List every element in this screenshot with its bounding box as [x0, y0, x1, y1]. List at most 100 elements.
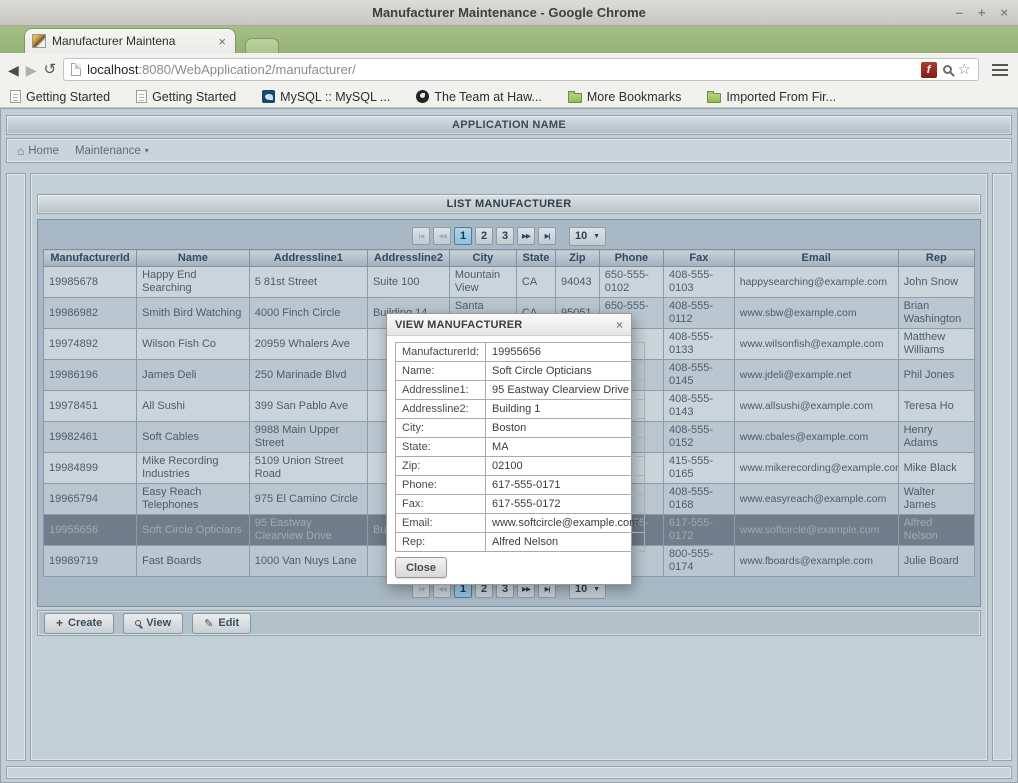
table-cell: Teresa Ho: [898, 391, 974, 422]
table-cell: www.softcircle@example.com: [734, 515, 898, 546]
view-button-label: View: [146, 617, 171, 629]
table-cell: 800-555-0174: [664, 546, 735, 577]
modal-field-value: www.softcircle@example.com: [486, 514, 645, 533]
table-cell: Soft Circle Opticians: [137, 515, 250, 546]
column-header[interactable]: Rep: [898, 250, 974, 267]
modal-field-label: Phone:: [396, 476, 486, 495]
column-header[interactable]: Name: [137, 250, 250, 267]
view-button[interactable]: View: [123, 613, 183, 634]
menu-maintenance[interactable]: Maintenance ▾: [75, 145, 149, 157]
dialog-titlebar[interactable]: VIEW MANUFACTURER ×: [387, 314, 631, 336]
table-cell: Wilson Fish Co: [137, 329, 250, 360]
edit-button-label: Edit: [218, 617, 239, 629]
dialog-close-button[interactable]: Close: [395, 557, 447, 578]
column-header[interactable]: City: [449, 250, 516, 267]
table-cell: www.cbales@example.com: [734, 422, 898, 453]
breadcrumb: ⌂ Home Maintenance ▾: [6, 138, 1012, 163]
create-button-label: Create: [68, 617, 102, 629]
paginator-top: |◀◀◀123▶▶▶| 10▼: [43, 226, 975, 246]
reload-icon[interactable]: ↺: [44, 62, 57, 77]
paginator-first-icon[interactable]: |◀: [412, 227, 430, 245]
browser-toolbar: ◀ ▶ ↺ localhost:8080/WebApplication2/man…: [0, 53, 1018, 86]
table-cell: 408-555-0145: [664, 360, 735, 391]
tab-title: Manufacturer Maintena: [52, 34, 210, 48]
table-cell: 19974892: [44, 329, 137, 360]
page-icon: [71, 63, 81, 76]
tab-close-icon[interactable]: ×: [216, 34, 228, 49]
paginator-page-1[interactable]: 1: [454, 227, 472, 245]
paginator-page-3[interactable]: 3: [496, 227, 514, 245]
column-header[interactable]: Email: [734, 250, 898, 267]
url-host: localhost: [87, 62, 138, 77]
column-header[interactable]: Addressline1: [249, 250, 367, 267]
close-icon[interactable]: ×: [1000, 6, 1008, 19]
modal-field-row: ManufacturerId:19955656: [396, 343, 645, 362]
bookmark-label: Imported From Fir...: [726, 90, 836, 104]
edit-button[interactable]: ✎ Edit: [192, 613, 251, 634]
modal-field-label: ManufacturerId:: [396, 343, 486, 362]
bookmark-item[interactable]: Getting Started: [136, 90, 236, 104]
table-cell: 650-555-0102: [599, 267, 663, 298]
menu-icon[interactable]: [990, 63, 1010, 77]
url-text: localhost:8080/WebApplication2/manufactu…: [87, 62, 914, 77]
table-cell: Matthew Williams: [898, 329, 974, 360]
column-header[interactable]: Addressline2: [367, 250, 449, 267]
table-cell: 94043: [556, 267, 600, 298]
bookmark-item[interactable]: MySQL :: MySQL ...: [262, 90, 390, 104]
maximize-icon[interactable]: +: [978, 6, 986, 19]
dialog-close-icon[interactable]: ×: [616, 318, 623, 332]
browser-tab[interactable]: Manufacturer Maintena ×: [24, 28, 236, 53]
table-row[interactable]: 19985678Happy End Searching5 81st Street…: [44, 267, 975, 298]
back-icon[interactable]: ◀: [8, 63, 19, 77]
folder-icon: [568, 93, 582, 103]
table-cell: James Deli: [137, 360, 250, 391]
rows-per-page-dropdown[interactable]: 10▼: [569, 227, 606, 246]
panel-header: LIST MANUFACTURER: [37, 194, 981, 214]
table-cell: 1000 Van Nuys Lane: [249, 546, 367, 577]
table-cell: Mountain View: [449, 267, 516, 298]
column-header[interactable]: State: [516, 250, 555, 267]
paginator-next-icon[interactable]: ▶▶: [517, 227, 535, 245]
table-cell: www.mikerecording@example.com: [734, 453, 898, 484]
table-cell: 20959 Whalers Ave: [249, 329, 367, 360]
bookmark-item[interactable]: Imported From Fir...: [707, 90, 836, 104]
table-cell: 408-555-0143: [664, 391, 735, 422]
bookmark-star-icon[interactable]: ☆: [958, 62, 971, 77]
paginator-prev-icon[interactable]: ◀◀: [433, 227, 451, 245]
table-cell: Brian Washington: [898, 298, 974, 329]
minimize-icon[interactable]: –: [956, 6, 963, 19]
table-cell: 19965794: [44, 484, 137, 515]
modal-field-row: Zip:02100: [396, 457, 645, 476]
forward-icon[interactable]: ▶: [26, 63, 37, 77]
column-header[interactable]: Phone: [599, 250, 663, 267]
table-cell: happysearching@example.com: [734, 267, 898, 298]
tab-favicon-icon: [32, 34, 46, 48]
table-cell: www.easyreach@example.com: [734, 484, 898, 515]
address-bar[interactable]: localhost:8080/WebApplication2/manufactu…: [63, 58, 979, 81]
paginator-page-2[interactable]: 2: [475, 227, 493, 245]
bookmark-label: Getting Started: [152, 90, 236, 104]
table-cell: Suite 100: [367, 267, 449, 298]
column-header[interactable]: Zip: [556, 250, 600, 267]
right-gutter: [992, 173, 1012, 761]
bookmark-item[interactable]: Getting Started: [10, 90, 110, 104]
create-button[interactable]: + Create: [44, 613, 114, 634]
document-icon: [136, 90, 147, 103]
modal-field-row: Addressline2:Building 1: [396, 400, 645, 419]
zoom-icon[interactable]: [943, 65, 952, 74]
bookmark-item[interactable]: More Bookmarks: [568, 90, 681, 104]
new-tab-button[interactable]: [245, 38, 279, 53]
column-header[interactable]: Fax: [664, 250, 735, 267]
flash-plugin-icon[interactable]: f: [921, 62, 937, 78]
breadcrumb-home[interactable]: ⌂ Home: [17, 144, 59, 158]
table-cell: CA: [516, 267, 555, 298]
table-cell: Alfred Nelson: [898, 515, 974, 546]
modal-field-label: Zip:: [396, 457, 486, 476]
application-header: APPLICATION NAME: [6, 115, 1012, 135]
bookmark-item[interactable]: The Team at Haw...: [416, 90, 541, 104]
paginator-last-icon[interactable]: ▶|: [538, 227, 556, 245]
modal-field-row: Rep:Alfred Nelson: [396, 533, 645, 552]
table-cell: Smith Bird Watching: [137, 298, 250, 329]
column-header[interactable]: ManufacturerId: [44, 250, 137, 267]
table-cell: 408-555-0152: [664, 422, 735, 453]
